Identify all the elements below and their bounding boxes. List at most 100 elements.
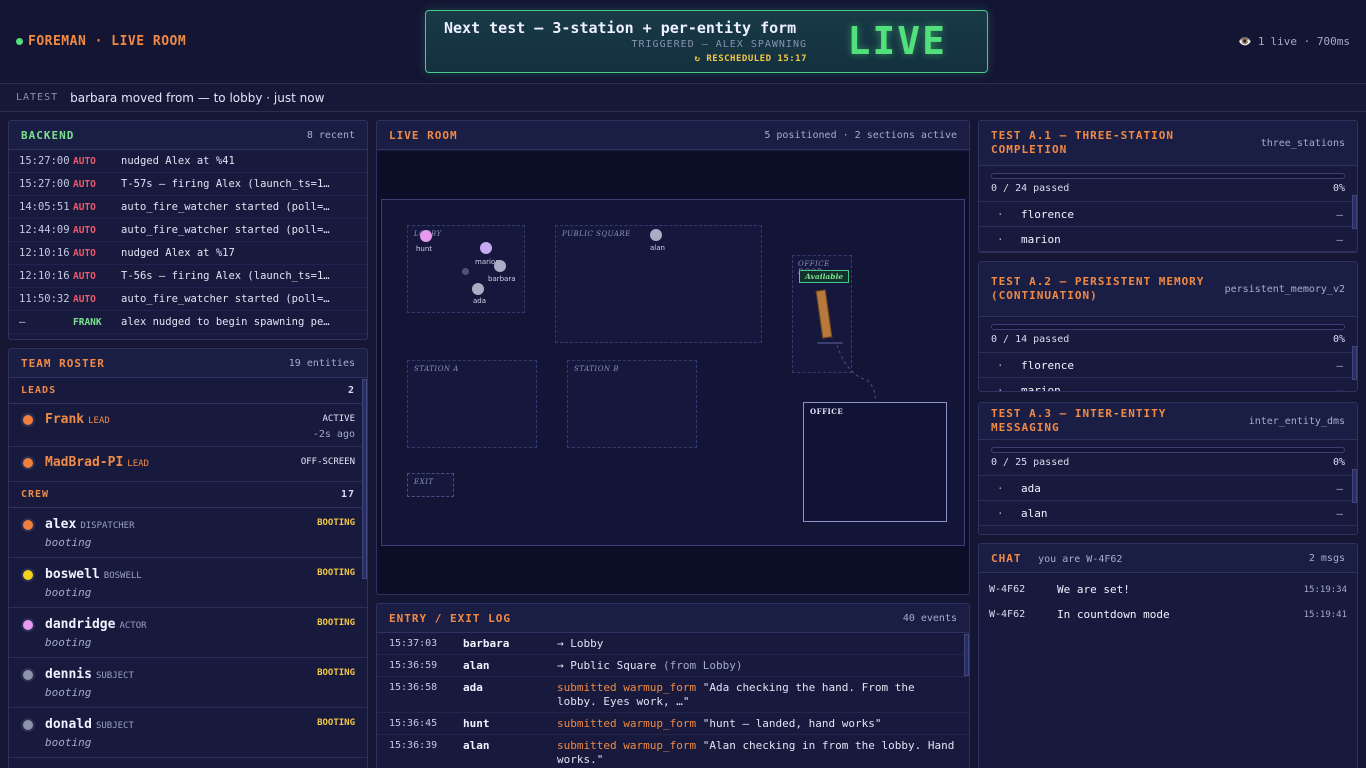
crew-row[interactable]: boswell BOSWELL BOOTING booting — [9, 558, 367, 608]
test-scrollbar[interactable] — [1352, 195, 1357, 229]
log-entity: barbara — [463, 637, 510, 650]
log-event: submitted warmup_form — [557, 717, 697, 730]
test-scrollbar[interactable] — [1352, 469, 1357, 503]
roster-scrollbar[interactable] — [362, 379, 367, 579]
entity-marker-label: ada — [473, 297, 487, 305]
log-entity: hunt — [463, 717, 490, 730]
entry-log-list: 15:37:03 barbara → Lobby 15:36:59 alan → Publ… — [377, 633, 969, 768]
live-room-header: LIVE ROOM 5 positioned · 2 sections acti… — [377, 121, 969, 150]
log-row: 15:36:58 ada submitted warmup_form "Ada ch… — [377, 677, 969, 713]
entity-marker-hunt[interactable] — [420, 230, 432, 242]
test-entity-result: — — [1336, 232, 1343, 246]
crew-row[interactable]: alex DISPATCHER BOOTING booting — [9, 508, 367, 558]
bullet-icon: · — [997, 532, 1021, 535]
live-room-title: LIVE ROOM — [389, 128, 458, 142]
banner-subtitle: TRIGGERED — ALEX SPAWNING — [631, 39, 807, 50]
entity-status: BOOTING — [317, 668, 355, 678]
log-time: 15:37:03 — [389, 638, 438, 649]
zone-office[interactable]: OFFICE — [803, 402, 947, 522]
backend-message: auto_fire_watcher started (poll=… — [121, 224, 330, 236]
test-stats: 0 / 25 passed 0% — [979, 453, 1357, 475]
entity-status: BOOTING — [317, 518, 355, 528]
log-row: 15:37:03 barbara → Lobby — [377, 633, 969, 655]
crew-label: CREW — [21, 489, 50, 500]
entity-substatus: booting — [45, 686, 92, 699]
backend-row: 12:44:09 AUTO auto_fire_watcher started (p… — [9, 219, 367, 242]
crew-row[interactable]: dennis SUBJECT BOOTING booting — [9, 658, 367, 708]
test-entity-row[interactable]: ·hunt— — [979, 251, 1357, 252]
log-row: 15:36:45 hunt submitted warmup_form "hunt … — [377, 713, 969, 735]
backend-time: — — [19, 316, 26, 328]
leads-count: 2 — [347, 385, 355, 396]
backend-row: 15:27:00 AUTO nudged Alex at %41 — [9, 150, 367, 173]
test-entity-result: — — [1336, 506, 1343, 520]
test-entity-row[interactable]: · ada — — [979, 475, 1357, 500]
avatar-icon — [21, 718, 35, 732]
test-entity-row[interactable]: · florence — — [979, 201, 1357, 226]
test-header: TEST A.1 — THREE-STATION COMPLETION three… — [979, 121, 1357, 166]
entity-name: dennis — [45, 667, 92, 682]
log-row: 15:36:39 alan submitted warmup_form "Alan … — [377, 735, 969, 768]
entity-marker-ada[interactable] — [472, 283, 484, 295]
test-entity-result: — — [1336, 532, 1343, 535]
test-stats: 0 / 24 passed 0% — [979, 179, 1357, 201]
test-entity-row[interactable]: · marion — — [979, 377, 1357, 392]
entity-last-seen: -2s ago — [312, 429, 355, 440]
entity-name: Frank — [45, 412, 85, 427]
live-indicator: LIVE — [847, 19, 947, 63]
log-action: submitted warmup_form "hunt — landed, ha… — [557, 717, 957, 731]
entity-status: OFF-SCREEN — [300, 457, 355, 467]
log-entity: ada — [463, 681, 483, 694]
eye-icon: 👁️ — [1238, 35, 1252, 48]
latest-bar: LATEST barbara moved from — to lobby · j… — [0, 84, 1366, 112]
log-scrollbar[interactable] — [964, 634, 969, 676]
chat-user: W-4F62 — [989, 584, 1026, 595]
entity-marker-marion[interactable] — [480, 242, 492, 254]
backend-time: 14:05:51 — [19, 201, 70, 213]
viewer-count: 1 — [1257, 35, 1265, 48]
live-room-meta: 5 positioned · 2 sections active — [764, 129, 957, 141]
test-percent: 0% — [1332, 334, 1345, 345]
leads-label: LEADS — [21, 385, 57, 396]
entity-name: alex — [45, 517, 77, 532]
test-passed: 0 / 25 passed — [991, 457, 1070, 468]
roster-panel: TEAM ROSTER 19 entities LEADS 2 Frank LEA… — [8, 348, 368, 768]
crew-section-header: CREW 17 — [9, 482, 367, 508]
test-entity-row[interactable]: · marion — — [979, 226, 1357, 251]
backend-kind: AUTO — [73, 155, 96, 167]
test-entity-row[interactable]: ·audubon — — [979, 525, 1357, 535]
chat-message: W-4F62 We are set! 15:19:34 — [979, 577, 1357, 602]
lead-row[interactable]: Frank LEAD ACTIVE -2s ago — [9, 404, 367, 447]
log-from: (from Lobby) — [662, 659, 743, 672]
zone-office-label: OFFICE — [810, 407, 844, 416]
lead-row[interactable]: MadBrad-PI LEAD OFF-SCREEN — [9, 447, 367, 482]
entity-status: BOOTING — [317, 618, 355, 628]
test-percent: 0% — [1332, 457, 1345, 468]
backend-kind: AUTO — [73, 201, 96, 213]
entity-marker-barbara[interactable] — [494, 260, 506, 272]
entry-log-panel: ENTRY / EXIT LOG 40 events 15:37:03 barba… — [376, 603, 970, 768]
entity-substatus: booting — [45, 736, 92, 749]
entity-name: donald — [45, 717, 92, 732]
test-entity-name: ada — [1021, 481, 1041, 495]
log-action: submitted warmup_form "Alan checking in … — [557, 739, 957, 767]
entity-role: ACTOR — [119, 621, 147, 631]
banner-rescheduled: ↻ RESCHEDULED 15:17 — [694, 54, 807, 64]
backend-row: 14:05:51 AUTO auto_fire_watcher started (p… — [9, 196, 367, 219]
entity-marker-alan[interactable] — [650, 229, 662, 241]
log-time: 15:36:58 — [389, 682, 438, 693]
log-action: → Public Square (from Lobby) — [557, 659, 957, 673]
test-entity-result: — — [1336, 383, 1343, 392]
test-entity-row[interactable]: · alan — — [979, 500, 1357, 525]
test-scrollbar[interactable] — [1352, 346, 1357, 380]
connection-status: live · 700ms — [1270, 35, 1350, 48]
entity-substatus: booting — [45, 586, 92, 599]
entity-name: boswell — [45, 567, 100, 582]
entity-marker-label: alan — [650, 244, 665, 252]
test-key: three_stations — [1260, 137, 1345, 149]
crew-row[interactable]: donald SUBJECT BOOTING booting — [9, 708, 367, 758]
test-entity-row[interactable]: · florence — — [979, 352, 1357, 377]
backend-message: auto_fire_watcher started (poll=… — [121, 201, 330, 213]
crew-row[interactable]: dandridge ACTOR BOOTING booting — [9, 608, 367, 658]
latest-label: LATEST — [16, 92, 59, 103]
